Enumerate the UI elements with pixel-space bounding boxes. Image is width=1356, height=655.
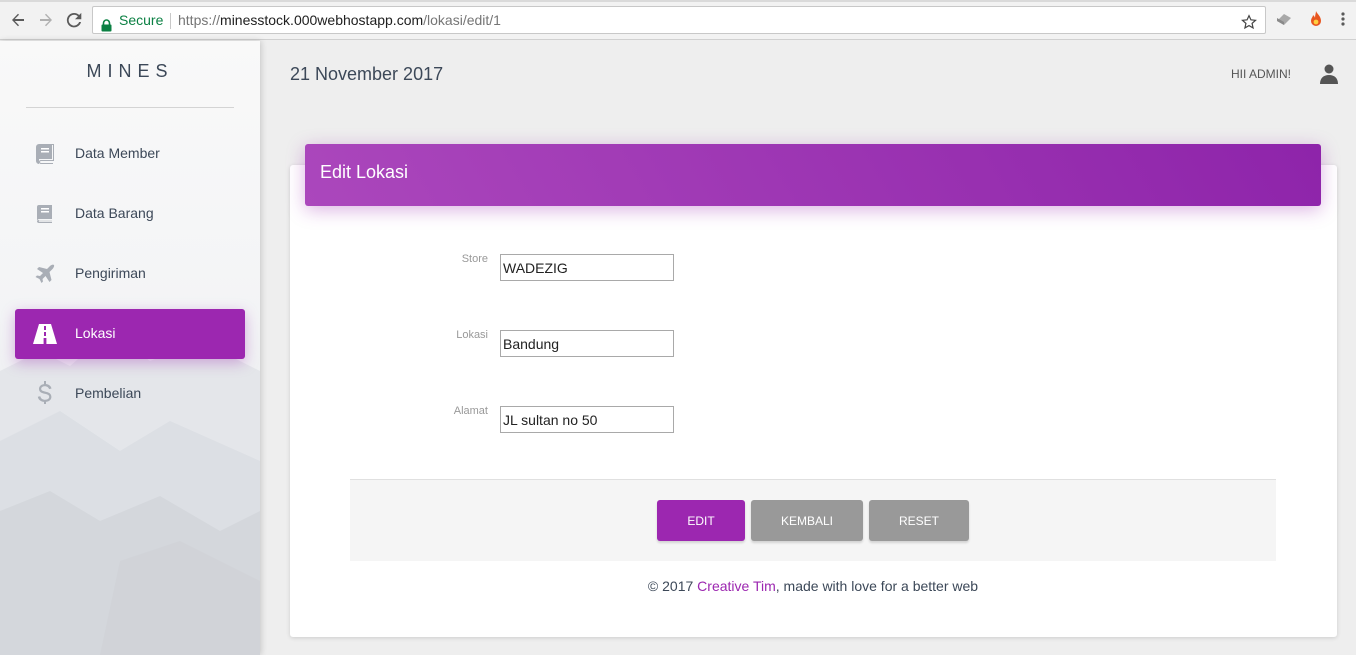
sidebar-item-data-barang[interactable]: Data Barang [15, 189, 245, 239]
reset-button[interactable]: RESET [869, 500, 969, 541]
secure-label: Secure [119, 12, 164, 28]
store-label: Store [461, 253, 488, 265]
edit-button[interactable]: EDIT [657, 500, 745, 541]
lokasi-label: Lokasi [456, 329, 488, 341]
road-icon [32, 322, 58, 346]
alamat-label: Alamat [453, 405, 488, 417]
url-protocol: https:// [178, 12, 221, 28]
store-input[interactable] [500, 254, 674, 281]
book-icon [32, 202, 58, 226]
sidebar-item-lokasi[interactable]: Lokasi [15, 309, 245, 359]
copyright-footer: © 2017 Creative Tim, made with love for … [0, 578, 1356, 594]
sidebar-item-label: Lokasi [75, 325, 116, 341]
edit-lokasi-card [290, 165, 1337, 637]
back-icon[interactable] [7, 9, 29, 31]
card-header: Edit Lokasi [305, 144, 1321, 206]
copyright-prefix: © 2017 [647, 578, 698, 594]
lokasi-input[interactable] [500, 330, 674, 357]
extension-icon[interactable] [1275, 10, 1293, 28]
url-host: minesstock.000webhostapp.com [220, 12, 424, 28]
omnibox-separator [170, 13, 171, 29]
fire-extension-icon[interactable] [1307, 10, 1325, 28]
sidebar-item-pengiriman[interactable]: Pengiriman [15, 249, 245, 299]
user-greeting: HII ADMIN! [1231, 67, 1292, 81]
url-path: /lokasi/edit/1 [423, 12, 501, 28]
sidebar-item-label: Pembelian [75, 385, 142, 401]
tab-strip-edge [0, 0, 1356, 2]
reload-icon[interactable] [63, 9, 85, 31]
card-title: Edit Lokasi [320, 162, 409, 182]
forward-icon[interactable] [35, 9, 57, 31]
user-icon[interactable] [1320, 64, 1338, 89]
browser-toolbar: Secure https://minesstock.000webhostapp.… [0, 0, 1356, 40]
alamat-input[interactable] [500, 406, 674, 433]
lock-icon [101, 14, 112, 40]
airplane-icon [32, 262, 58, 286]
sidebar-item-data-member[interactable]: Data Member [15, 129, 245, 179]
book-icon [32, 142, 58, 166]
page-date: 21 November 2017 [290, 64, 444, 84]
url-text[interactable]: https://minesstock.000webhostapp.com/lok… [178, 7, 501, 33]
copyright-suffix: , made with love for a better web [775, 578, 979, 594]
sidebar-item-label: Data Member [75, 145, 160, 161]
sidebar-item-label: Data Barang [75, 205, 154, 221]
sidebar: MINES Data Member Data Barang Pengiriman… [0, 41, 260, 655]
creative-tim-link[interactable]: Creative Tim [697, 578, 776, 594]
sidebar-item-pembelian[interactable]: Pembelian [15, 369, 245, 419]
bookmark-star-icon[interactable] [1241, 12, 1257, 38]
chrome-menu-icon[interactable] [1340, 10, 1350, 28]
sidebar-item-label: Pengiriman [75, 265, 146, 281]
brand-logo[interactable]: MINES [0, 61, 260, 82]
brand-divider [26, 107, 234, 108]
kembali-button[interactable]: KEMBALI [751, 500, 863, 541]
address-bar[interactable]: Secure https://minesstock.000webhostapp.… [92, 6, 1266, 34]
dollar-icon [32, 381, 58, 406]
